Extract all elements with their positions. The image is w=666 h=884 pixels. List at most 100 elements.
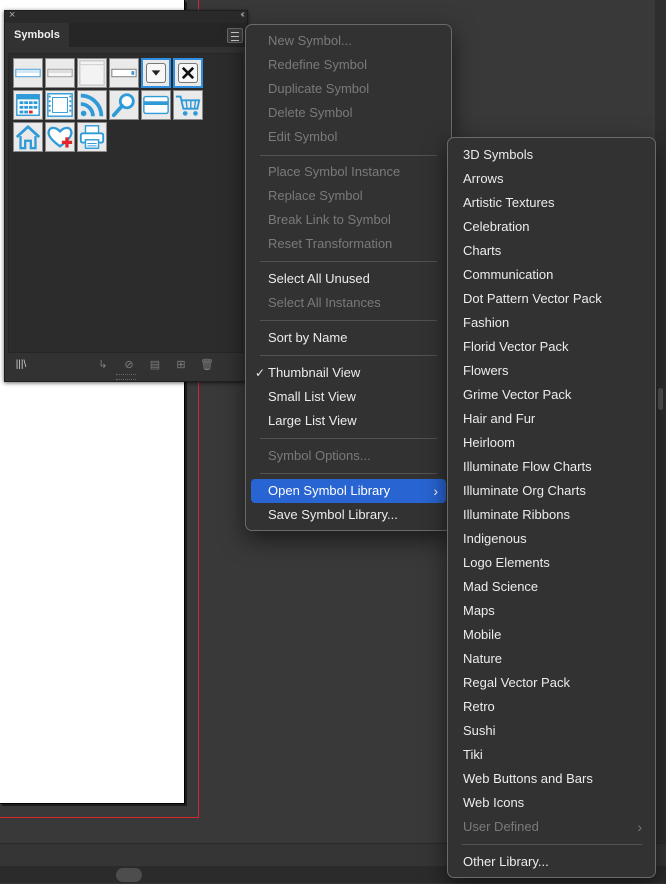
library-item[interactable]: Charts <box>453 239 650 263</box>
library-item[interactable]: Heirloom <box>453 431 650 455</box>
symbol-options-icon[interactable]: ▤ <box>147 357 163 373</box>
panel-resize-grip[interactable] <box>116 374 136 380</box>
library-item[interactable]: Web Icons <box>453 791 650 815</box>
library-item[interactable]: Tiki <box>453 743 650 767</box>
tab-symbols[interactable]: Symbols <box>5 23 69 47</box>
symbol-thumbnail-selected[interactable] <box>141 58 171 88</box>
panel-title-bar[interactable]: × ‹‹ <box>5 9 247 23</box>
menu-separator <box>260 473 437 474</box>
menu-separator <box>260 155 437 156</box>
menu-separator <box>462 844 642 845</box>
close-panel-icon[interactable]: × <box>9 9 15 21</box>
film-strip-icon <box>47 93 73 117</box>
menu-item-place-symbol-instance: Place Symbol Instance <box>268 164 401 179</box>
place-symbol-instance-icon[interactable]: ↳ <box>95 357 111 373</box>
library-item[interactable]: Celebration <box>453 215 650 239</box>
symbol-thumbnail[interactable] <box>77 90 107 120</box>
symbol-thumbnail[interactable] <box>173 90 203 120</box>
library-item[interactable]: Logo Elements <box>453 551 650 575</box>
menu-separator <box>260 320 437 321</box>
hamburger-icon-line <box>231 40 239 41</box>
symbol-thumbnail[interactable] <box>13 58 43 88</box>
web-button-3-icon <box>79 60 105 86</box>
symbol-thumbnail[interactable] <box>45 122 75 152</box>
printer-icon <box>79 125 105 149</box>
menu-item-select-all-unused[interactable]: Select All Unused <box>251 267 446 291</box>
menu-item-replace-symbol: Replace Symbol <box>268 188 363 203</box>
panel-menu-button[interactable] <box>227 28 243 43</box>
hamburger-icon-line <box>231 36 239 37</box>
dropdown-arrow-icon <box>146 63 166 83</box>
break-link-icon[interactable]: ⊘ <box>121 357 137 373</box>
library-item[interactable]: Artistic Textures <box>453 191 650 215</box>
library-item[interactable]: Mad Science <box>453 575 650 599</box>
panel-tab-bar: Symbols <box>5 23 247 47</box>
library-item[interactable]: 3D Symbols <box>453 143 650 167</box>
hamburger-icon-line <box>231 32 239 33</box>
checkmark-icon: ✓ <box>255 366 266 380</box>
menu-item-redefine-symbol: Redefine Symbol <box>268 57 367 72</box>
menu-item-open-symbol-library[interactable]: Open Symbol Library › <box>251 479 446 503</box>
library-item[interactable]: Florid Vector Pack <box>453 335 650 359</box>
symbol-thumbnail[interactable] <box>109 90 139 120</box>
library-item[interactable]: Hair and Fur <box>453 407 650 431</box>
cart-icon <box>175 95 201 116</box>
library-item[interactable]: Illuminate Flow Charts <box>453 455 650 479</box>
rss-icon <box>80 93 104 117</box>
menu-separator <box>260 355 437 356</box>
menu-item-save-symbol-library[interactable]: Save Symbol Library... <box>251 503 446 527</box>
web-button-1-icon <box>15 68 41 78</box>
menu-item-label: User Defined <box>463 819 539 834</box>
library-item-other-library[interactable]: Other Library... <box>453 850 650 874</box>
library-item[interactable]: Dot Pattern Vector Pack <box>453 287 650 311</box>
menu-item-delete-symbol: Delete Symbol <box>268 105 353 120</box>
symbol-thumbnail[interactable] <box>77 58 107 88</box>
symbol-thumbnail[interactable] <box>13 122 43 152</box>
symbols-panel-menu: New Symbol... Redefine Symbol Duplicate … <box>245 24 452 531</box>
library-item[interactable]: Nature <box>453 647 650 671</box>
library-item[interactable]: Flowers <box>453 359 650 383</box>
library-item[interactable]: Mobile <box>453 623 650 647</box>
symbol-thumbnail[interactable] <box>45 58 75 88</box>
menu-separator <box>260 261 437 262</box>
library-item[interactable]: Web Buttons and Bars <box>453 767 650 791</box>
symbol-thumbnail[interactable] <box>13 90 43 120</box>
bleed-guide-horizontal <box>0 817 199 818</box>
library-item[interactable]: Communication <box>453 263 650 287</box>
library-item[interactable]: Sushi <box>453 719 650 743</box>
symbol-thumbnail-selected[interactable] <box>173 58 203 88</box>
library-item[interactable]: Retro <box>453 695 650 719</box>
symbol-thumbnail[interactable] <box>109 58 139 88</box>
delete-symbol-icon[interactable]: 🗑 <box>199 357 215 373</box>
menu-item-reset-transformation: Reset Transformation <box>268 236 393 251</box>
new-symbol-icon[interactable]: ⊞ <box>173 357 189 373</box>
vertical-scrollbar-thumb[interactable] <box>658 388 663 410</box>
symbols-grid-area[interactable] <box>8 53 243 353</box>
symbols-panel: × ‹‹ Symbols |||\ ↳ ⊘ ▤ ⊞ 🗑 <box>4 9 248 382</box>
menu-item-sort-by-name[interactable]: Sort by Name <box>251 326 446 350</box>
library-item[interactable]: Illuminate Ribbons <box>453 503 650 527</box>
vertical-scrollbar[interactable] <box>655 0 666 845</box>
library-item[interactable]: Arrows <box>453 167 650 191</box>
symbol-thumbnail[interactable] <box>45 90 75 120</box>
chevron-right-icon: › <box>433 483 438 499</box>
symbol-libraries-menu-icon[interactable]: |||\ <box>13 357 29 373</box>
library-item[interactable]: Grime Vector Pack <box>453 383 650 407</box>
library-item[interactable]: Fashion <box>453 311 650 335</box>
menu-item-small-list-view[interactable]: Small List View <box>251 385 446 409</box>
close-x-icon <box>178 63 198 83</box>
menu-item-duplicate-symbol: Duplicate Symbol <box>268 81 370 96</box>
credit-card-icon <box>143 95 169 115</box>
collapse-panel-icon[interactable]: ‹‹ <box>240 9 244 20</box>
menu-item-thumbnail-view[interactable]: ✓ Thumbnail View <box>251 361 446 385</box>
menu-item-edit-symbol: Edit Symbol <box>268 129 338 144</box>
menu-item-label: Open Symbol Library <box>268 483 391 498</box>
symbol-thumbnail[interactable] <box>77 122 107 152</box>
library-item[interactable]: Maps <box>453 599 650 623</box>
library-item[interactable]: Regal Vector Pack <box>453 671 650 695</box>
library-item[interactable]: Indigenous <box>453 527 650 551</box>
horizontal-scrollbar-thumb[interactable] <box>116 868 142 882</box>
symbol-thumbnail[interactable] <box>141 90 171 120</box>
library-item[interactable]: Illuminate Org Charts <box>453 479 650 503</box>
menu-item-large-list-view[interactable]: Large List View <box>251 409 446 433</box>
